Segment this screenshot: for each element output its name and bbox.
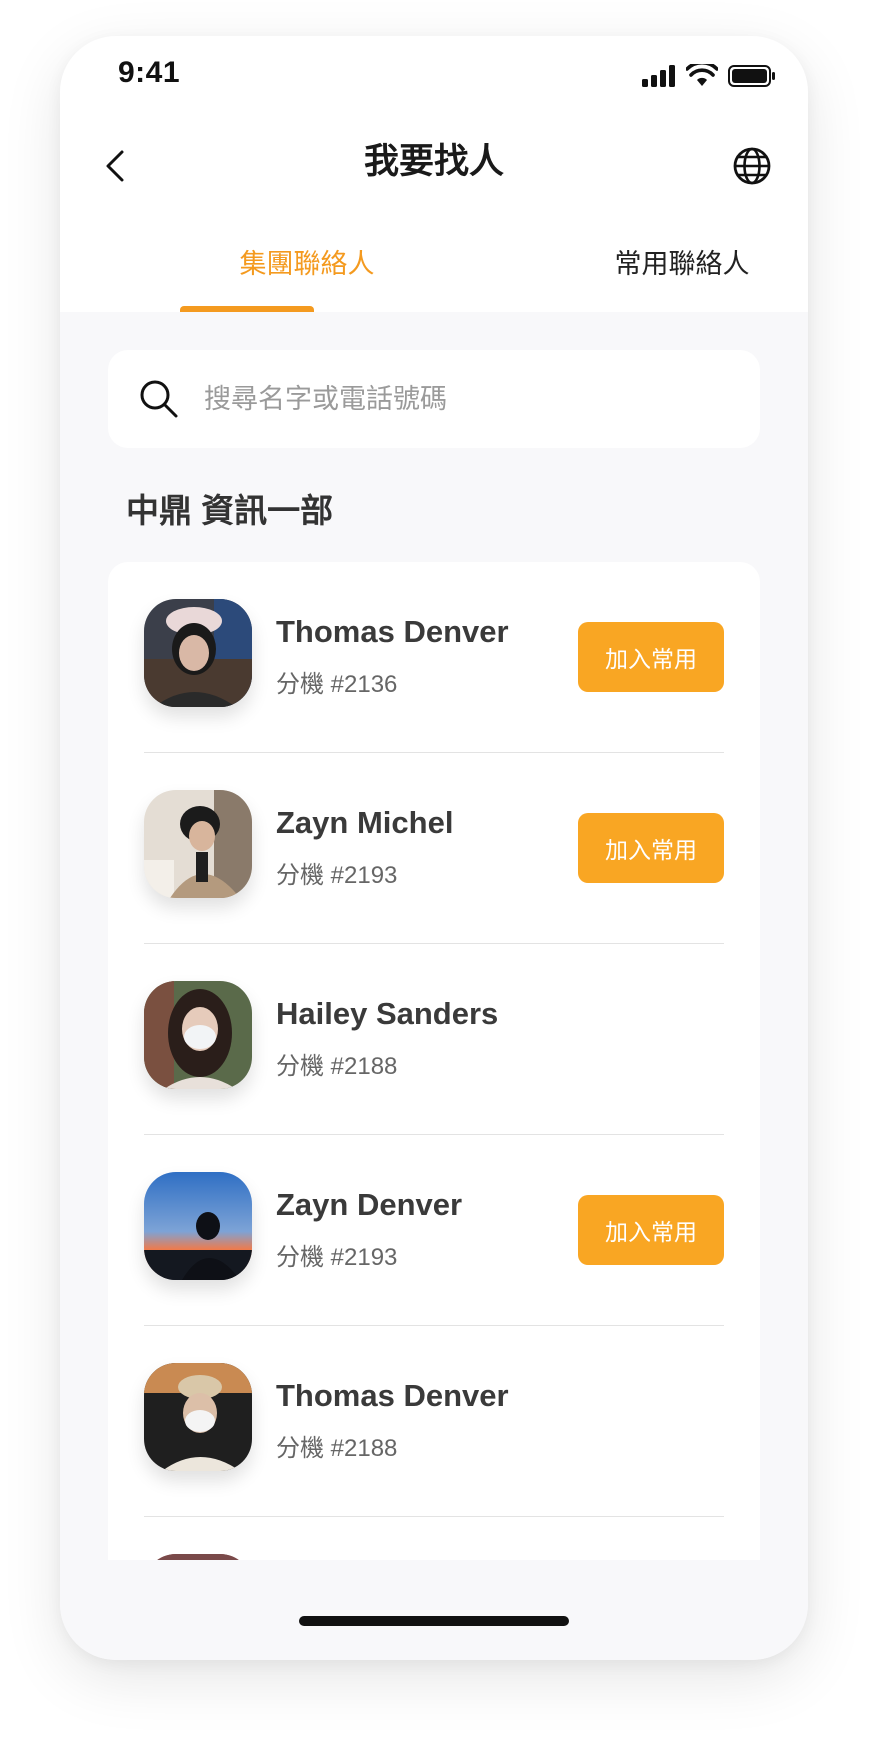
contact-name: Thomas Denver (276, 1378, 509, 1413)
contact-name: Thomas Denver (276, 614, 509, 649)
search-input[interactable] (202, 382, 726, 416)
globe-icon (733, 147, 771, 185)
language-button[interactable] (728, 140, 776, 192)
add-favorite-button[interactable]: 加入常用 (578, 1195, 724, 1265)
active-tab-indicator (180, 306, 314, 312)
avatar (144, 1172, 252, 1280)
contact-name: Hailey Sanders (276, 996, 499, 1031)
avatar (144, 1363, 252, 1471)
contact-name: Zayn Denver (276, 1187, 463, 1222)
home-indicator (299, 1616, 569, 1626)
add-favorite-button[interactable]: 加入常用 (578, 622, 724, 692)
phone-frame: 9:41 我要找人 集團聯絡人 常用聯絡人 搜尋名字或電話號碼 中鼎 資訊一部 … (60, 36, 808, 1660)
contact-name: Zayn Michel (276, 805, 454, 840)
bottom-bar (60, 1560, 808, 1660)
page-title: 我要找人 (363, 142, 504, 181)
status-time: 9:41 (118, 56, 181, 89)
contact-row[interactable]: Zayn Denver 分機 #2193 加入常用 (108, 1135, 760, 1326)
avatar (144, 981, 252, 1089)
status-icons (642, 64, 776, 88)
department-title: 中鼎 資訊一部 (126, 492, 334, 529)
contact-row[interactable] (108, 1517, 760, 1562)
contact-row[interactable]: Thomas Denver 分機 #2188 (108, 1326, 760, 1517)
contact-extension: 分機 #2136 (276, 671, 398, 698)
add-favorite-button[interactable]: 加入常用 (578, 813, 724, 883)
signal-icon (642, 65, 675, 87)
contact-extension: 分機 #2188 (276, 1435, 398, 1462)
contact-row[interactable]: Hailey Sanders 分機 #2188 (108, 944, 760, 1135)
tab-group-contacts[interactable]: 集團聯絡人 (197, 244, 417, 284)
header: 9:41 我要找人 集團聯絡人 常用聯絡人 (60, 36, 808, 312)
contact-extension: 分機 #2193 (276, 1244, 398, 1271)
search-icon (140, 380, 178, 418)
avatar (144, 599, 252, 707)
tab-favorite-contacts[interactable]: 常用聯絡人 (572, 244, 792, 284)
contact-extension: 分機 #2193 (276, 862, 398, 889)
search-bar (108, 350, 760, 448)
contact-extension: 分機 #2188 (276, 1053, 398, 1080)
contact-row[interactable]: Thomas Denver 分機 #2136 加入常用 (108, 562, 760, 753)
battery-icon (728, 65, 775, 87)
contact-list: Thomas Denver 分機 #2136 加入常用 Zayn Michel … (108, 562, 760, 1562)
contact-row[interactable]: Zayn Michel 分機 #2193 加入常用 (108, 753, 760, 944)
avatar (144, 790, 252, 898)
wifi-icon (686, 64, 718, 86)
